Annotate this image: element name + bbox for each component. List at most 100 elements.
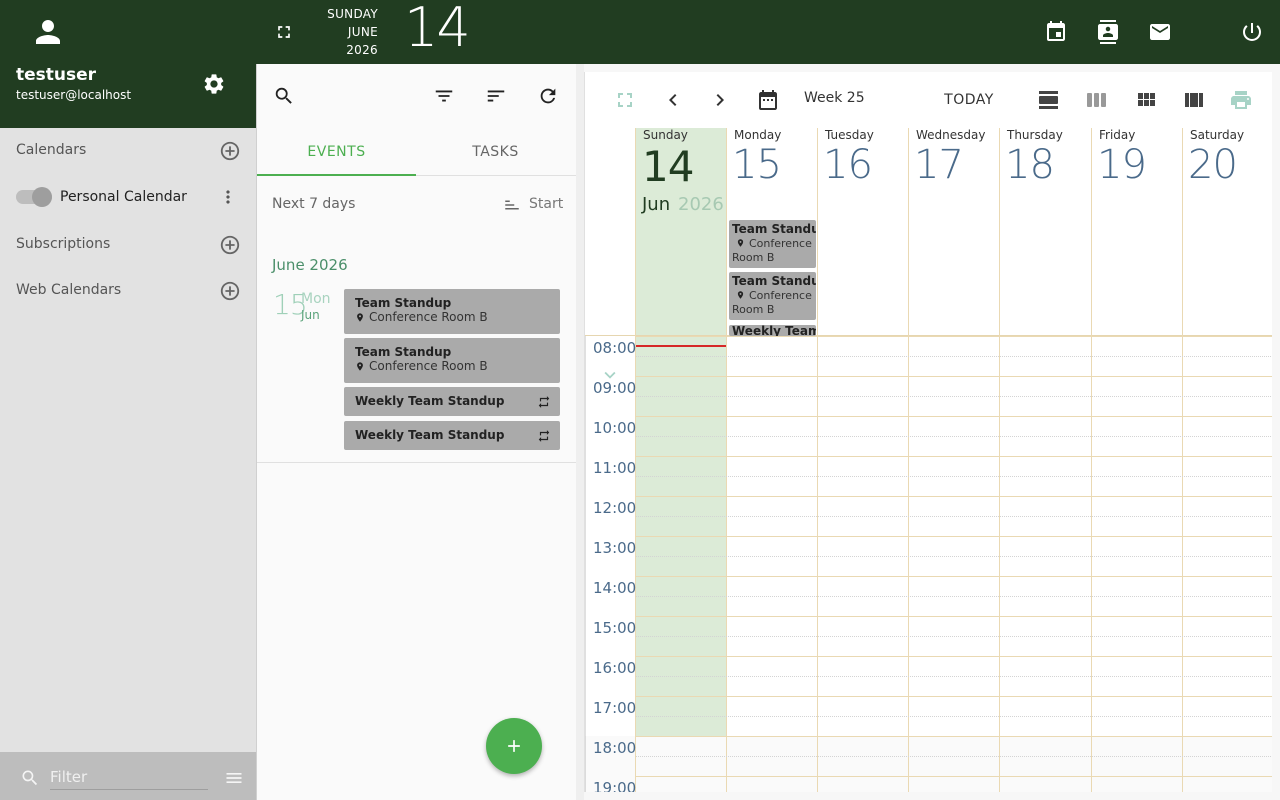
- more-vert-icon[interactable]: [218, 187, 238, 207]
- refresh-icon[interactable]: [537, 85, 559, 107]
- day-number: 15: [732, 142, 782, 188]
- calendar-event[interactable]: Weekly Team Standup: [729, 325, 816, 336]
- sort-icon[interactable]: [485, 85, 507, 107]
- day-number: 14: [642, 142, 694, 191]
- sidebar-item-calendars[interactable]: Calendars: [0, 130, 256, 170]
- filter-input[interactable]: [50, 764, 208, 790]
- today-button[interactable]: TODAY: [937, 82, 1001, 118]
- calendar-day-headers: Sunday 14 Jun 2026 Monday 15 Tuesday 16 …: [585, 128, 1272, 379]
- tab-events[interactable]: EVENTS: [257, 128, 416, 176]
- day-name: Wednesday: [916, 128, 986, 142]
- add-event-button[interactable]: [486, 718, 542, 774]
- search-icon[interactable]: [273, 85, 295, 107]
- event-title: Team Standup: [355, 345, 452, 359]
- current-year: 2026: [346, 43, 378, 57]
- day-name: Sunday: [643, 128, 688, 142]
- hour-line: [636, 496, 1272, 497]
- hour-row: 15:00: [585, 616, 1272, 656]
- sidebar-item-subscriptions[interactable]: Subscriptions: [0, 224, 256, 264]
- hour-label: 12:00: [593, 499, 637, 517]
- tab-tasks[interactable]: TASKS: [416, 128, 575, 176]
- day-header-friday[interactable]: Friday 19: [1091, 128, 1182, 336]
- day-header-tuesday[interactable]: Tuesday 16: [817, 128, 908, 336]
- fullscreen-icon[interactable]: [613, 88, 637, 112]
- day-header-wednesday[interactable]: Wednesday 17: [908, 128, 999, 336]
- event-list-item[interactable]: Team Standup Conference Room B: [344, 338, 560, 383]
- hour-line: [636, 776, 1272, 777]
- chevron-right-icon[interactable]: [708, 88, 732, 112]
- user-panel: testuser testuser@localhost: [0, 0, 256, 128]
- power-icon[interactable]: [1240, 20, 1264, 44]
- event-list-item[interactable]: Team Standup Conference Room B: [344, 289, 560, 334]
- day-header-saturday[interactable]: Saturday 20: [1182, 128, 1272, 336]
- half-hour-line: [636, 556, 1272, 557]
- menu-icon[interactable]: [224, 768, 244, 788]
- contacts-icon[interactable]: [1096, 20, 1120, 44]
- view-list-icon[interactable]: [1182, 88, 1206, 112]
- view-day-icon[interactable]: [1037, 88, 1061, 112]
- week-calendar: Week 25 TODAY Sunday 14 Jun 2026 Monday …: [584, 72, 1272, 792]
- time-grid[interactable]: 08:00 09:00 10:00 11:00 12:00 13:00 14:0…: [585, 336, 1272, 792]
- day-number: 18: [1005, 142, 1055, 188]
- hour-label: 13:00: [593, 539, 637, 557]
- event-list-item[interactable]: Weekly Team Standup: [344, 421, 560, 450]
- hour-line: [636, 736, 1272, 737]
- hour-line: [636, 416, 1272, 417]
- toggle-knob: [32, 187, 52, 207]
- event-day-month: Jun: [301, 308, 320, 322]
- hour-line: [636, 456, 1272, 457]
- sidebar-web-calendars-label: Web Calendars: [16, 282, 122, 298]
- hour-label: 14:00: [593, 579, 637, 597]
- sort-icon: [503, 196, 521, 214]
- calendar-icon[interactable]: [1044, 20, 1068, 44]
- event-title: Weekly Team Standup: [355, 428, 505, 442]
- fullscreen-icon[interactable]: [274, 22, 294, 42]
- day-name: Monday: [734, 128, 782, 142]
- sidebar-subscriptions-label: Subscriptions: [16, 236, 111, 252]
- list-divider: [257, 462, 576, 463]
- sidebar-item-web-calendars[interactable]: Web Calendars: [0, 270, 256, 310]
- half-hour-line: [636, 756, 1272, 757]
- hour-label: 08:00: [593, 339, 637, 357]
- repeat-icon: [537, 429, 551, 443]
- half-hour-line: [636, 636, 1272, 637]
- add-web-calendar-icon[interactable]: [219, 280, 241, 302]
- half-hour-line: [636, 396, 1272, 397]
- add-calendar-icon[interactable]: [219, 140, 241, 162]
- events-tabs: EVENTS TASKS: [257, 128, 576, 176]
- filter-icon[interactable]: [433, 85, 455, 107]
- hour-label: 15:00: [593, 619, 637, 637]
- sort-start-button[interactable]: Start: [503, 194, 563, 216]
- chevron-left-icon[interactable]: [661, 88, 685, 112]
- print-icon[interactable]: [1229, 88, 1253, 112]
- event-day-weekday: Mon: [301, 291, 331, 307]
- sidebar: Calendars Personal Calendar Subscription…: [0, 128, 256, 752]
- mail-icon[interactable]: [1148, 20, 1172, 44]
- location-icon: [737, 239, 744, 247]
- view-month-icon[interactable]: [1134, 88, 1158, 112]
- day-number: 19: [1097, 142, 1147, 188]
- calendar-visibility-toggle[interactable]: [16, 187, 52, 207]
- calendar-icon[interactable]: [756, 88, 780, 112]
- day-header-sunday[interactable]: Sunday 14 Jun 2026: [635, 128, 726, 336]
- event-list-item[interactable]: Weekly Team Standup: [344, 387, 560, 416]
- current-time-indicator: [636, 345, 726, 347]
- calendar-event[interactable]: Team Standup Conference Room B: [729, 220, 816, 268]
- half-hour-line: [636, 436, 1272, 437]
- event-title: Weekly Team Standup: [355, 394, 505, 408]
- sidebar-item-personal-calendar[interactable]: Personal Calendar: [0, 177, 256, 217]
- location-icon: [737, 291, 744, 299]
- add-subscription-icon[interactable]: [219, 234, 241, 256]
- calendar-event[interactable]: Team Standup Conference Room B: [729, 272, 816, 320]
- current-weekday: SUNDAY: [327, 7, 378, 21]
- day-header-thursday[interactable]: Thursday 18: [999, 128, 1090, 336]
- calendar-event-title: Team Standup: [732, 222, 816, 236]
- hour-label: 11:00: [593, 459, 637, 477]
- half-hour-line: [636, 596, 1272, 597]
- gear-icon[interactable]: [202, 72, 226, 96]
- month-heading: June 2026: [272, 256, 348, 274]
- add-icon: [508, 740, 520, 752]
- view-week-icon[interactable]: [1085, 88, 1109, 112]
- events-toolbar: [257, 64, 576, 128]
- hour-label: 10:00: [593, 419, 637, 437]
